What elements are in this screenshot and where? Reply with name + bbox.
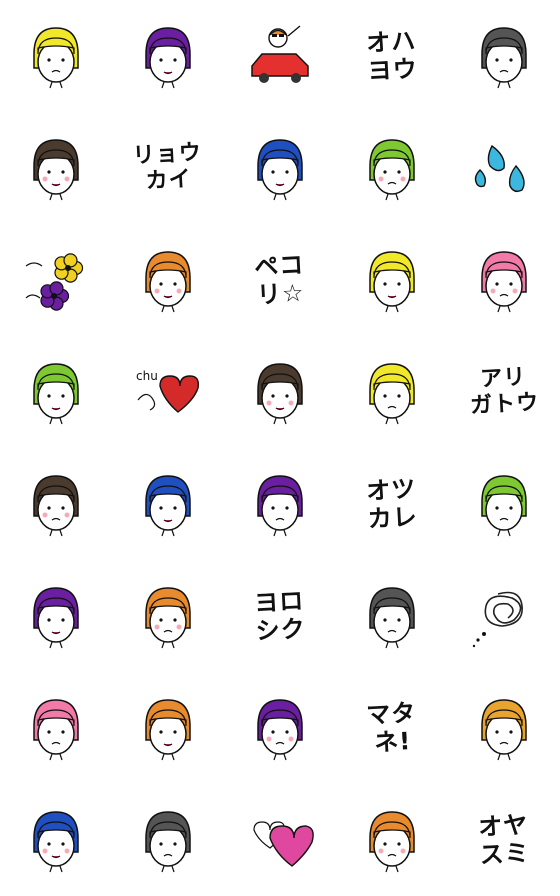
sticker-mirror-pose[interactable] <box>112 672 224 784</box>
sticker-yellow-purple-flowers[interactable] <box>0 224 112 336</box>
purple-bob-angry-girl-icon <box>145 27 191 89</box>
sticker-green-hair-crying[interactable] <box>336 112 448 224</box>
sticker-text-line: カイ <box>145 166 193 195</box>
sticker-text-line: スミ <box>479 838 531 870</box>
sticker-text: オツ カレ <box>350 468 433 540</box>
sticker-peace-sign-girl[interactable] <box>0 112 112 224</box>
sticker-pink-hair-dark-face[interactable] <box>448 224 560 336</box>
sticker-girl-in-red-car[interactable] <box>224 0 336 112</box>
sticker-sweat-drops[interactable] <box>448 112 560 224</box>
sticker-yellow-hair-peekaboo[interactable] <box>336 336 448 448</box>
text-sticker[interactable]: アリ ガトウ <box>448 336 560 448</box>
green-hair-crying-icon <box>369 139 415 201</box>
sweat-drops-icon <box>474 144 525 193</box>
sticker-text: オヤ スミ <box>462 804 545 876</box>
text-sticker[interactable]: オツ カレ <box>336 448 448 560</box>
purple-long-hair-icon <box>257 475 303 537</box>
purple-hair-walking-icon <box>257 699 303 761</box>
sticker-text-line: リョウ <box>132 140 203 169</box>
mirror-pose-icon <box>145 699 191 761</box>
sticker-backbend-pose[interactable] <box>112 784 224 896</box>
sticker-purple-hair-stretching[interactable] <box>0 560 112 672</box>
sticker-text: マタ ネ! <box>350 692 433 764</box>
orange-hair-thinking-icon <box>145 251 191 313</box>
sticker-glasses-man-sweating[interactable] <box>336 560 448 672</box>
chu-heart-icon: chu <box>136 369 200 413</box>
upside-down-girl-icon <box>369 811 415 873</box>
sticker-blue-hair-dancing[interactable] <box>112 448 224 560</box>
sticker-pink-glitter-hearts[interactable] <box>224 784 336 896</box>
text-sticker[interactable]: ペコ リ☆ <box>224 224 336 336</box>
bun-hair-surprised-icon <box>257 363 303 425</box>
sticker-grid: オハ ヨウ リョウ カイ ペコ リ☆ chu アリ ガトウ オツ カレ ヨロ シ… <box>0 0 560 896</box>
text-sticker[interactable]: マタ ネ! <box>336 672 448 784</box>
sticker-orange-hair-thinking[interactable] <box>112 224 224 336</box>
yellow-purple-flowers-icon <box>25 253 84 311</box>
blue-hair-fist-pump-icon <box>257 139 303 201</box>
sticker-text-line: オヤ <box>477 810 529 842</box>
glasses-man-sweating-icon <box>369 587 415 649</box>
sticker-text-line: ヨウ <box>367 54 419 86</box>
sticker-orange-hair-stretching[interactable] <box>112 560 224 672</box>
sticker-yellow-hair-bowing[interactable] <box>336 224 448 336</box>
girl-in-red-car-icon <box>251 25 309 83</box>
pink-hair-big-lips-icon <box>33 699 79 761</box>
bun-hair-tongue-icon <box>33 475 79 537</box>
sticker-text-line: ヨロ <box>253 586 305 618</box>
text-sticker[interactable]: オヤ スミ <box>448 784 560 896</box>
sticker-scribble-thought[interactable] <box>448 560 560 672</box>
sticker-pink-hair-big-lips[interactable] <box>0 672 112 784</box>
sticker-text-line: オツ <box>365 474 417 506</box>
backbend-pose-icon <box>145 811 191 873</box>
pink-glitter-hearts-icon <box>253 821 314 867</box>
sticker-blue-hair-flood-crying[interactable] <box>0 784 112 896</box>
sticker-yellow-bob-girl[interactable] <box>0 0 112 112</box>
sticker-text: オハ ヨウ <box>350 20 433 92</box>
blue-hair-flood-crying-icon <box>33 811 79 873</box>
sticker-text-line: リ☆ <box>256 278 306 310</box>
sticker-purple-long-hair[interactable] <box>224 448 336 560</box>
scribble-thought-icon <box>472 591 523 648</box>
sticker-text-line: ガトウ <box>469 390 540 419</box>
sticker-text: ヨロ シク <box>238 580 321 652</box>
yellow-hair-bowing-icon <box>369 251 415 313</box>
orange-hair-stretching-icon <box>145 587 191 649</box>
sticker-orange-hair-sunset-crying[interactable] <box>448 672 560 784</box>
sticker-green-hair-waving[interactable] <box>0 336 112 448</box>
sticker-text: リョウ カイ <box>126 132 209 204</box>
purple-hair-stretching-icon <box>33 587 79 649</box>
text-sticker[interactable]: リョウ カイ <box>112 112 224 224</box>
svg-text:chu: chu <box>136 369 158 383</box>
text-sticker[interactable]: ヨロ シク <box>224 560 336 672</box>
sticker-text-line: オハ <box>365 26 417 58</box>
sticker-purple-bob-angry-girl[interactable] <box>112 0 224 112</box>
sticker-text-line: アリ <box>479 364 527 393</box>
gray-hair-glasses-man-icon <box>481 27 527 89</box>
sticker-gray-hair-glasses-man[interactable] <box>448 0 560 112</box>
sticker-green-hair-covering-mouth[interactable] <box>448 448 560 560</box>
sticker-text-line: マタ <box>365 698 417 730</box>
sticker-text: アリ ガトウ <box>462 356 545 428</box>
sticker-upside-down-girl[interactable] <box>336 784 448 896</box>
green-hair-waving-icon <box>33 363 79 425</box>
sticker-blue-hair-fist-pump[interactable] <box>224 112 336 224</box>
peace-sign-girl-icon <box>33 139 79 201</box>
sticker-bun-hair-tongue[interactable] <box>0 448 112 560</box>
blue-hair-dancing-icon <box>145 475 191 537</box>
sticker-text-line: ペコ <box>253 250 305 282</box>
green-hair-covering-mouth-icon <box>481 475 527 537</box>
yellow-hair-peekaboo-icon <box>369 363 415 425</box>
sticker-text-line: カレ <box>367 502 419 534</box>
sticker-purple-hair-walking[interactable] <box>224 672 336 784</box>
sticker-text-line: シク <box>255 614 307 646</box>
sticker-chu-heart[interactable]: chu <box>112 336 224 448</box>
sticker-bun-hair-surprised[interactable] <box>224 336 336 448</box>
pink-hair-dark-face-icon <box>481 251 527 313</box>
text-sticker[interactable]: オハ ヨウ <box>336 0 448 112</box>
sticker-text: ペコ リ☆ <box>238 244 321 316</box>
yellow-bob-girl-icon <box>33 27 79 89</box>
sticker-text-line: ネ! <box>373 727 412 757</box>
orange-hair-sunset-crying-icon <box>481 699 527 761</box>
